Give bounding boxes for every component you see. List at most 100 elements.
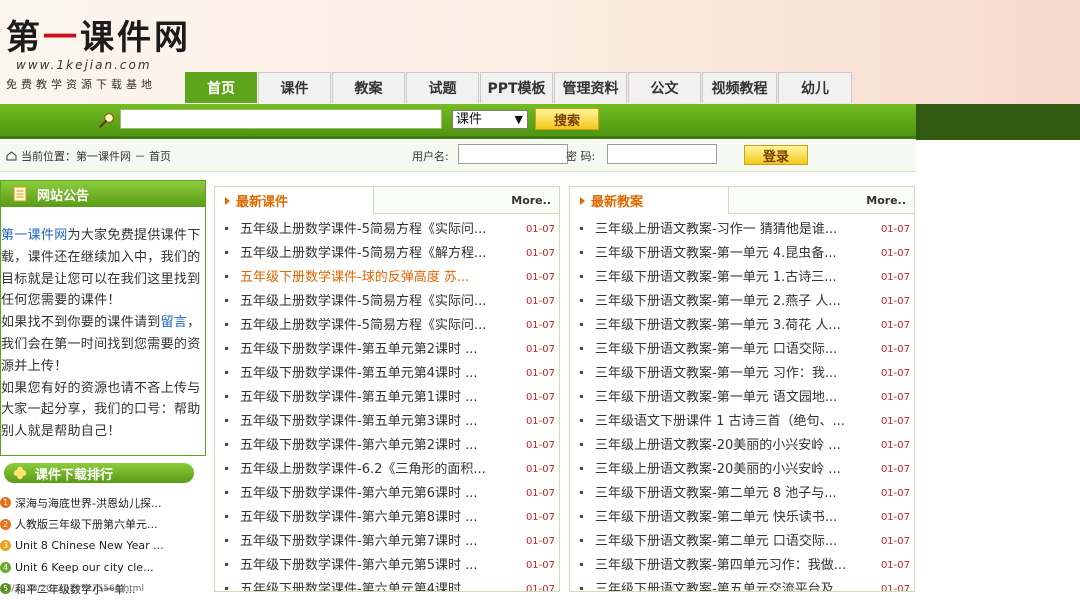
site-logo[interactable]: 第一课件网 www.1kejian.com 免费教学资源下载基地	[0, 0, 188, 100]
nav-tab[interactable]: 视频教程	[702, 72, 777, 103]
list-item[interactable]: 三年级下册语文教案-第一单元 2.燕子 人... 01-07	[570, 290, 914, 314]
password-input[interactable]	[607, 144, 717, 164]
nav-tab[interactable]: 幼儿	[778, 72, 852, 103]
list-item[interactable]: 三年级下册语文教案-第一单元 口语交际... 01-07	[570, 338, 914, 362]
list-item-title[interactable]: 三年级上册语文教案-习作一 猜猜他是谁...	[595, 222, 857, 238]
list-item-title[interactable]: 三年级下册语文教案-第一单元 4.昆虫备...	[595, 246, 857, 262]
list-item[interactable]: 五年级下册数学课件-第六单元第4课时 ... 01-07	[215, 578, 559, 591]
list-item-title[interactable]: 三年级下册语文教案-第一单元 3.荷花 人...	[595, 318, 857, 334]
list-item-title[interactable]: 三年级下册语文教案-第二单元 口语交际...	[595, 534, 857, 550]
list-item-title[interactable]: 三年级上册语文教案-20美丽的小兴安岭 ...	[595, 462, 857, 478]
list-item-title[interactable]: 三年级语文下册课件 1 古诗三首（绝句、...	[595, 414, 857, 430]
list-item[interactable]: 三年级下册语文教案-第一单元 4.昆虫备... 01-07	[570, 242, 914, 266]
list-item-title[interactable]: 五年级下册数学课件-第六单元第4课时 ...	[240, 582, 502, 591]
ranking-item[interactable]: 3 Unit 8 Chinese New Year ...	[0, 535, 206, 557]
logo-url: www.1kejian.com	[16, 58, 152, 72]
list-item[interactable]: 五年级上册数学课件-5简易方程《实际问... 01-07	[215, 290, 559, 314]
list-item[interactable]: 五年级下册数学课件-第六单元第7课时 ... 01-07	[215, 530, 559, 554]
list-item[interactable]: 五年级下册数学课件-第六单元第2课时 ... 01-07	[215, 434, 559, 458]
list-item[interactable]: 三年级上册语文教案-习作一 猜猜他是谁... 01-07	[570, 218, 914, 242]
bullet-icon	[580, 227, 583, 230]
list-item-title[interactable]: 三年级上册语文教案-20美丽的小兴安岭 ...	[595, 438, 857, 454]
list-item-date: 01-07	[880, 560, 910, 571]
list-item-title[interactable]: 五年级上册数学课件-5简易方程《实际问...	[240, 222, 502, 238]
more-link[interactable]: More..	[511, 194, 551, 207]
more-link[interactable]: More..	[866, 194, 906, 207]
list-item-title[interactable]: 五年级下册数学课件-球的反弹高度 苏...	[240, 270, 502, 286]
list-item[interactable]: 五年级下册数学课件-球的反弹高度 苏... 01-07	[215, 266, 559, 290]
login-button[interactable]: 登录	[744, 145, 808, 165]
search-input[interactable]	[120, 109, 442, 129]
nav-tab[interactable]: 试题	[406, 72, 479, 103]
list-item-title[interactable]: 五年级下册数学课件-第五单元第1课时 ...	[240, 390, 502, 406]
site-link[interactable]: 第一课件网	[1, 228, 68, 243]
list-item[interactable]: 三年级下册语文教案-第一单元 习作：我... 01-07	[570, 362, 914, 386]
list-item-title[interactable]: 五年级下册数学课件-第六单元第6课时 ...	[240, 486, 502, 502]
list-item[interactable]: 三年级上册语文教案-20美丽的小兴安岭 ... 01-07	[570, 458, 914, 482]
nav-tab[interactable]: 教案	[332, 72, 405, 103]
list-item-title[interactable]: 五年级下册数学课件-第六单元第8课时 ...	[240, 510, 502, 526]
guestbook-link[interactable]: 留言	[161, 315, 188, 330]
list-item-title[interactable]: 三年级下册语文教案-第四单元习作：我做...	[595, 558, 857, 574]
list-item[interactable]: 五年级下册数学课件-第五单元第1课时 ... 01-07	[215, 386, 559, 410]
list-item[interactable]: 五年级下册数学课件-第五单元第3课时 ... 01-07	[215, 410, 559, 434]
list-item-title[interactable]: 三年级下册语文教案-第五单元交流平台及...	[595, 582, 857, 591]
list-item-title[interactable]: 五年级下册数学课件-第五单元第3课时 ...	[240, 414, 502, 430]
list-item[interactable]: 三年级上册语文教案-20美丽的小兴安岭 ... 01-07	[570, 434, 914, 458]
list-item[interactable]: 三年级下册语文教案-第一单元 语文园地... 01-07	[570, 386, 914, 410]
list-item[interactable]: 五年级下册数学课件-第五单元第2课时 ... 01-07	[215, 338, 559, 362]
list-item[interactable]: 三年级下册语文教案-第一单元 3.荷花 人... 01-07	[570, 314, 914, 338]
list-item-title[interactable]: 五年级下册数学课件-第六单元第7课时 ...	[240, 534, 502, 550]
list-item-title[interactable]: 五年级上册数学课件-6.2《三角形的面积...	[240, 462, 502, 478]
list-item[interactable]: 三年级下册语文教案-第二单元 8 池子与... 01-07	[570, 482, 914, 506]
list-item-title[interactable]: 三年级下册语文教案-第二单元 快乐读书...	[595, 510, 857, 526]
list-item-title[interactable]: 五年级上册数学课件-5简易方程《解方程...	[240, 246, 502, 262]
list-item[interactable]: 五年级上册数学课件-5简易方程《实际问... 01-07	[215, 218, 559, 242]
list-item[interactable]: 五年级下册数学课件-第六单元第6课时 ... 01-07	[215, 482, 559, 506]
username-input[interactable]	[458, 144, 568, 164]
list-item-title[interactable]: 三年级下册语文教案-第一单元 2.燕子 人...	[595, 294, 857, 310]
list-item-title[interactable]: 五年级下册数学课件-第五单元第4课时 ...	[240, 366, 502, 382]
list-item[interactable]: 三年级下册语文教案-第二单元 口语交际... 01-07	[570, 530, 914, 554]
list-item-title[interactable]: 五年级下册数学课件-第六单元第2课时 ...	[240, 438, 502, 454]
ranking-item[interactable]: 1 深海与海底世界-洪恩幼儿探...	[0, 492, 206, 514]
ranking-item-label: 深海与海底世界-洪恩幼儿探...	[15, 496, 162, 510]
list-item-title[interactable]: 五年级下册数学课件-第五单元第2课时 ...	[240, 342, 502, 358]
list-item[interactable]: 三年级下册语文教案-第一单元 1.古诗三... 01-07	[570, 266, 914, 290]
list-item-title[interactable]: 五年级上册数学课件-5简易方程《实际问...	[240, 318, 502, 334]
list-item[interactable]: 五年级上册数学课件-5简易方程《实际问... 01-07	[215, 314, 559, 338]
list-item[interactable]: 五年级下册数学课件-第五单元第4课时 ... 01-07	[215, 362, 559, 386]
list-item-title[interactable]: 三年级下册语文教案-第二单元 8 池子与...	[595, 486, 857, 502]
list-item-title[interactable]: 五年级下册数学课件-第六单元第5课时 ...	[240, 558, 502, 574]
list-item[interactable]: 五年级上册数学课件-5简易方程《解方程... 01-07	[215, 242, 559, 266]
ranking-item-label: Unit 6 Keep our city cle...	[15, 560, 154, 574]
search-button[interactable]: 搜索	[535, 108, 599, 130]
panel-header: 最新教案 More..	[570, 187, 914, 214]
nav-tab[interactable]: 公文	[628, 72, 701, 103]
list-item[interactable]: 三年级下册语文教案-第五单元交流平台及... 01-07	[570, 578, 914, 591]
nav-tab[interactable]: 课件	[258, 72, 331, 103]
list-item-date: 01-07	[880, 416, 910, 427]
main-nav: 首页 课件 教案 试题 PPT模板 管理资料 公文 视频教程 幼儿	[185, 72, 853, 104]
search-category-select[interactable]: 课件 ▼	[452, 110, 528, 129]
bullet-icon	[580, 515, 583, 518]
list-item[interactable]: 五年级下册数学课件-第六单元第8课时 ... 01-07	[215, 506, 559, 530]
ranking-item[interactable]: 4 Unit 6 Keep our city cle...	[0, 557, 206, 579]
list-item-title[interactable]: 三年级下册语文教案-第一单元 语文园地...	[595, 390, 857, 406]
nav-tab[interactable]: 管理资料	[554, 72, 627, 103]
list-item[interactable]: 三年级下册语文教案-第二单元 快乐读书... 01-07	[570, 506, 914, 530]
list-item[interactable]: 五年级上册数学课件-6.2《三角形的面积... 01-07	[215, 458, 559, 482]
ranking-item[interactable]: 2 人教版三年级下册第六单元...	[0, 514, 206, 536]
list-item[interactable]: 三年级语文下册课件 1 古诗三首（绝句、... 01-07	[570, 410, 914, 434]
list-item-title[interactable]: 三年级下册语文教案-第一单元 口语交际...	[595, 342, 857, 358]
list-item-title[interactable]: 三年级下册语文教案-第一单元 习作：我...	[595, 366, 857, 382]
nav-tab[interactable]: PPT模板	[480, 72, 553, 103]
list-item[interactable]: 五年级下册数学课件-第六单元第5课时 ... 01-07	[215, 554, 559, 578]
nav-tab[interactable]: 首页	[185, 72, 257, 103]
list-item-date: 01-07	[525, 344, 555, 355]
rank-number-badge: 4	[0, 561, 11, 573]
list-item-title[interactable]: 三年级下册语文教案-第一单元 1.古诗三...	[595, 270, 857, 286]
ranking-item-label: Unit 8 Chinese New Year ...	[15, 539, 164, 553]
list-item[interactable]: 三年级下册语文教案-第四单元习作：我做... 01-07	[570, 554, 914, 578]
list-item-title[interactable]: 五年级上册数学课件-5简易方程《实际问...	[240, 294, 502, 310]
